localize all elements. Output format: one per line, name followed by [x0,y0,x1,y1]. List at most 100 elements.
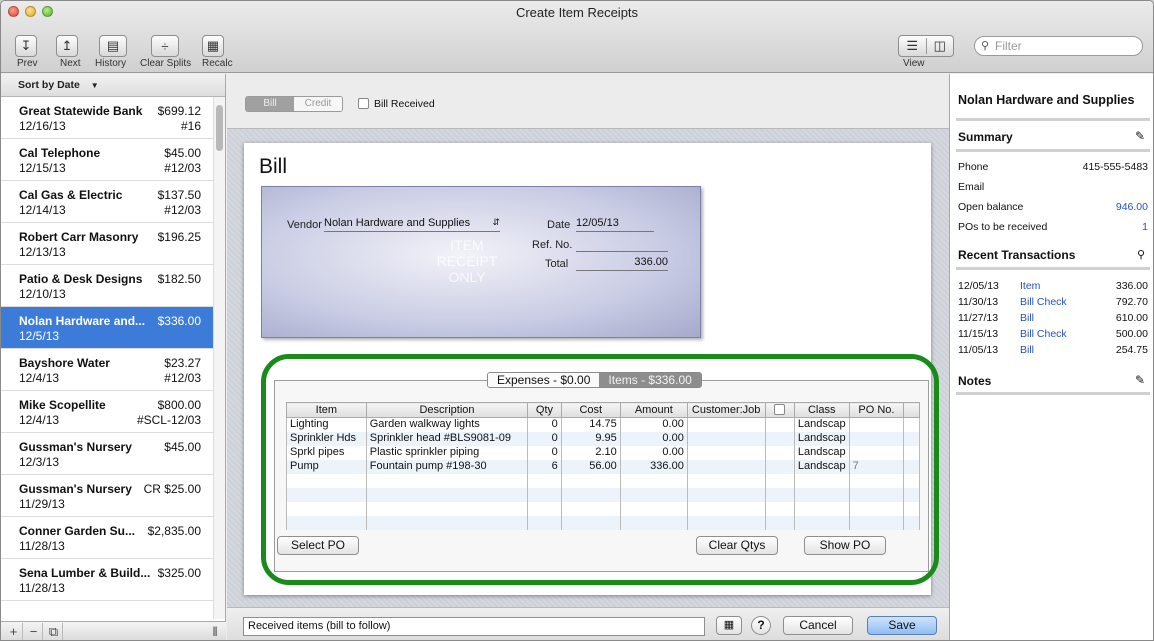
table-row[interactable]: Sprinkler Hds Sprinkler head #BLS9081-09 0… [286,431,920,446]
transaction-type-link[interactable]: Bill Check [1020,328,1067,340]
memo-field[interactable]: Received items (bill to follow) [243,617,705,636]
search-transactions-icon[interactable]: ⚲ [1137,248,1145,261]
column-header[interactable]: Item [286,402,367,418]
cell-po[interactable] [848,473,905,488]
cell-amount[interactable] [619,515,688,530]
cell-amount[interactable]: 0.00 [619,417,688,432]
cell-qty[interactable]: 0 [527,445,562,460]
cell-amount[interactable] [619,487,688,502]
select-po-button[interactable]: Select PO [277,536,359,555]
cell-cost[interactable] [560,487,621,502]
cell-qty[interactable]: 0 [527,417,562,432]
cell-desc[interactable] [365,515,529,530]
cell-job[interactable] [686,431,766,446]
transaction-type-link[interactable]: Bill [1020,344,1034,356]
table-row[interactable]: Sprkl pipes Plastic sprinkler piping 0 2.10… [286,445,920,460]
cell-billable[interactable] [764,473,795,488]
cell-amount[interactable]: 0.00 [619,445,688,460]
cell-desc[interactable]: Sprinkler head #BLS9081-09 [365,431,529,446]
view-toggle[interactable]: ☰ ◫ [898,35,954,57]
column-header[interactable]: Customer:Job [686,402,766,418]
cell-item[interactable] [286,473,367,488]
vendor-select[interactable]: Nolan Hardware and Supplies ⇵ [324,217,500,232]
cell-job[interactable] [686,501,766,516]
ref-no-field[interactable] [576,237,668,252]
cell-billable[interactable] [764,515,795,530]
clear-splits-button[interactable]: ÷ [151,35,179,57]
recent-transaction-row[interactable]: 11/05/13 Bill 254.75 [958,344,1148,358]
recent-transaction-row[interactable]: 11/27/13 Bill 610.00 [958,312,1148,326]
column-header[interactable]: Class [793,402,850,418]
edit-notes-icon[interactable]: ✎ [1135,373,1145,387]
sort-dropdown[interactable]: Sort by Date ▼ [1,74,225,97]
cell-job[interactable] [686,417,766,432]
cell-item[interactable] [286,487,367,502]
column-header[interactable]: Qty [527,402,562,418]
cell-class[interactable] [793,501,850,516]
recalc-button[interactable]: ▦ [202,35,224,57]
cell-billable[interactable] [764,487,795,502]
billable-column-header[interactable] [764,402,795,418]
list-item[interactable]: Gussman's Nursery $45.00 12/3/13 [1,433,213,475]
cell-amount[interactable]: 336.00 [619,459,688,474]
list-scrollbar[interactable] [213,97,225,619]
list-item[interactable]: Conner Garden Su... $2,835.00 11/28/13 [1,517,213,559]
cell-qty[interactable]: 6 [527,459,562,474]
cell-po[interactable] [848,431,905,446]
cell-billable[interactable] [764,431,795,446]
credit-segment[interactable]: Credit [294,97,342,111]
clear-qtys-button[interactable]: Clear Qtys [696,536,778,555]
list-item[interactable]: Nolan Hardware and... $336.00 12/5/13 [1,307,213,349]
cell-desc[interactable]: Garden walkway lights [365,417,529,432]
remove-icon[interactable]: − [25,623,43,640]
cell-po[interactable] [848,445,905,460]
list-item[interactable]: Patio & Desk Designs $182.50 12/10/13 [1,265,213,307]
cell-desc[interactable] [365,501,529,516]
cell-item[interactable] [286,501,367,516]
table-row[interactable] [286,501,920,516]
cell-cost[interactable]: 9.95 [560,431,621,446]
cell-po[interactable] [848,487,905,502]
cell-job[interactable] [686,515,766,530]
cell-class[interactable]: Landscap [793,431,850,446]
list-item[interactable]: Gussman's Nursery CR $25.00 11/29/13 [1,475,213,517]
cell-amount[interactable]: 0.00 [619,431,688,446]
cell-billable[interactable] [764,445,795,460]
cell-desc[interactable]: Fountain pump #198-30 [365,459,529,474]
list-item[interactable]: Robert Carr Masonry $196.25 12/13/13 [1,223,213,265]
edit-summary-icon[interactable]: ✎ [1135,129,1145,143]
cell-item[interactable] [286,515,367,530]
list-item[interactable]: Cal Gas & Electric $137.50 12/14/13 #12/03 [1,181,213,223]
cell-class[interactable]: Landscap [793,417,850,432]
cell-billable[interactable] [764,417,795,432]
cell-qty[interactable] [527,501,562,516]
history-button[interactable]: ▤ [99,35,127,57]
table-row[interactable] [286,515,920,530]
column-header[interactable]: Amount [619,402,688,418]
cell-amount[interactable] [619,501,688,516]
transaction-type-link[interactable]: Bill [1020,312,1034,324]
column-header[interactable]: PO No. [848,402,905,418]
cell-job[interactable] [686,487,766,502]
filter-input[interactable]: Filter [974,36,1143,56]
recent-transaction-row[interactable]: 12/05/13 Item 336.00 [958,280,1148,294]
bill-credit-toggle[interactable]: Bill Credit [245,96,343,112]
scroll-thumb[interactable] [216,105,223,151]
cell-billable[interactable] [764,459,795,474]
list-view-icon[interactable]: ☰ [899,38,927,54]
bill-segment[interactable]: Bill [246,97,294,111]
list-item[interactable]: Mike Scopellite $800.00 12/4/13 #SCL-12/03 [1,391,213,433]
cell-class[interactable] [793,515,850,530]
cell-cost[interactable]: 56.00 [560,459,621,474]
cancel-button[interactable]: Cancel [783,616,853,635]
cell-class[interactable]: Landscap [793,459,850,474]
table-row[interactable]: Lighting Garden walkway lights 0 14.75 0.00 L… [286,417,920,432]
recent-transaction-row[interactable]: 11/15/13 Bill Check 500.00 [958,328,1148,342]
cell-class[interactable] [793,473,850,488]
table-row[interactable] [286,473,920,488]
table-row[interactable]: Pump Fountain pump #198-30 6 56.00 336.00 Lan… [286,459,920,474]
cell-item[interactable]: Pump [286,459,367,474]
cell-item[interactable]: Sprkl pipes [286,445,367,460]
list-item[interactable]: Bayshore Water $23.27 12/4/13 #12/03 [1,349,213,391]
resize-handle-icon[interactable]: ‖ [206,623,224,640]
